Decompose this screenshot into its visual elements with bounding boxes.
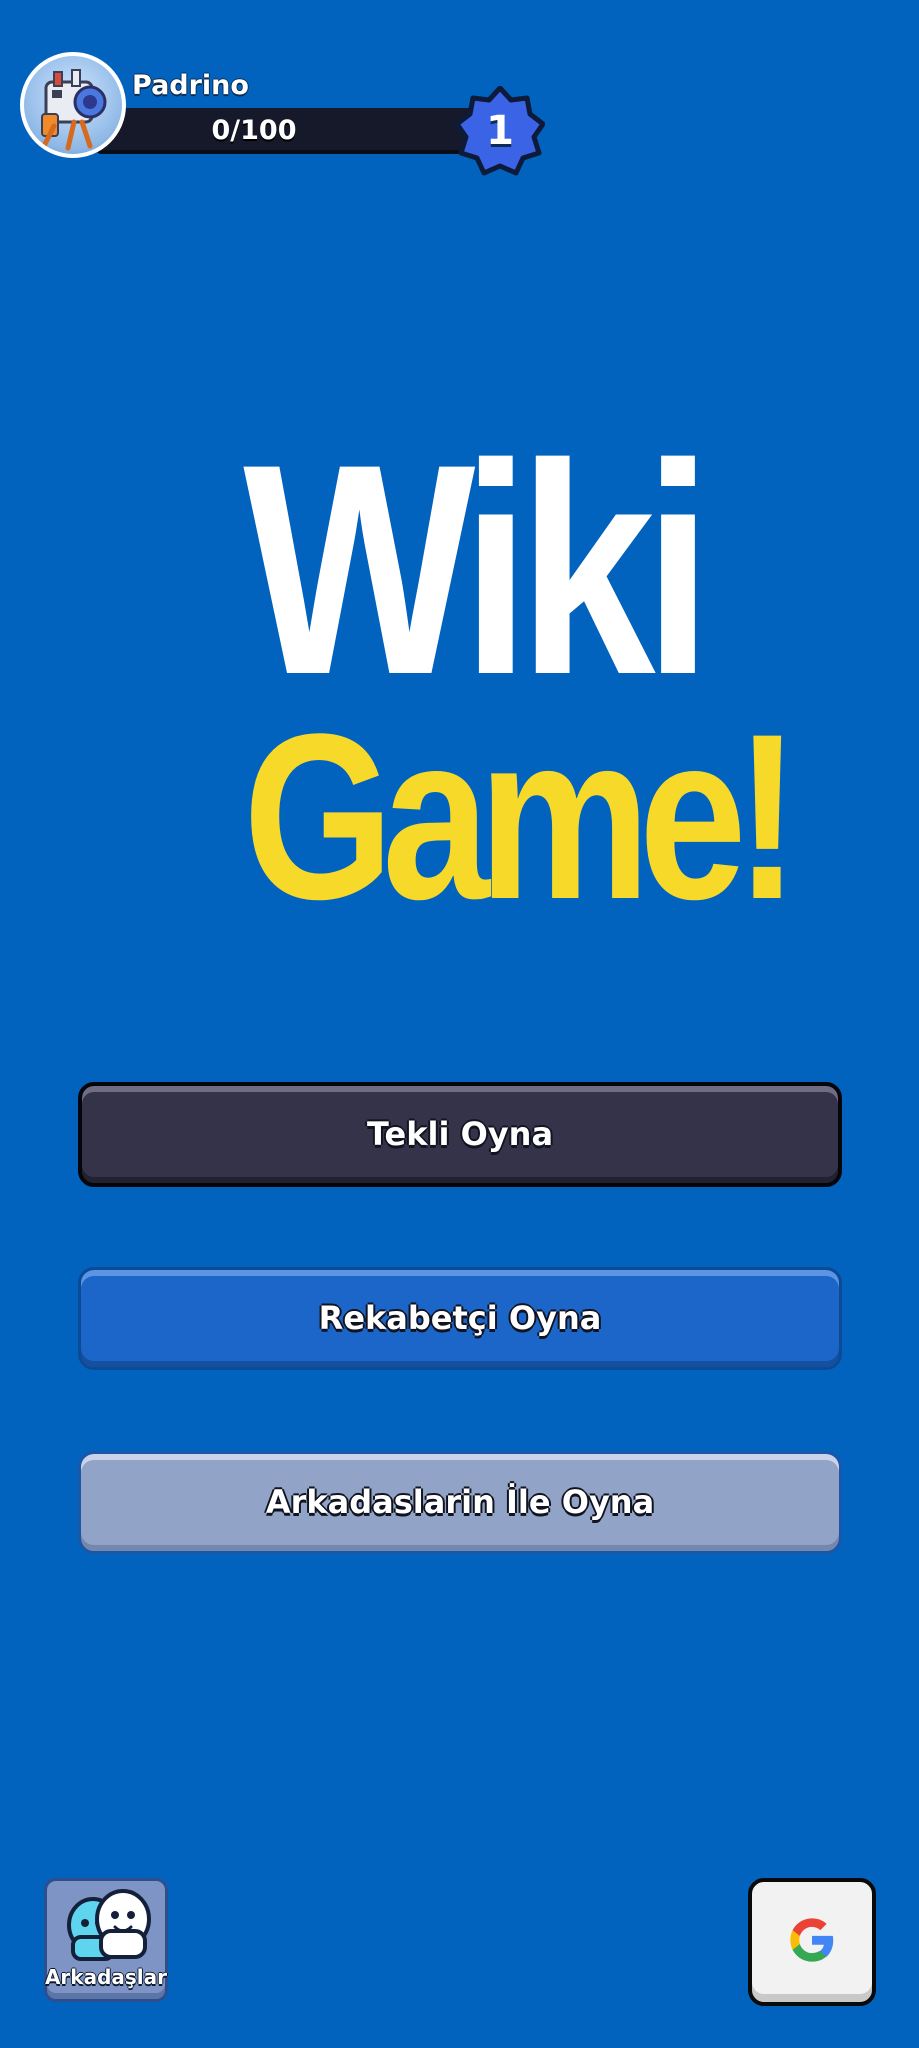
logo-wiki: Wiki bbox=[243, 401, 712, 737]
google-icon bbox=[790, 1918, 834, 1962]
friends-icon bbox=[67, 1889, 151, 1961]
player-name: Padrino bbox=[132, 70, 249, 101]
friends-button[interactable]: Arkadaşlar bbox=[44, 1878, 168, 2002]
play-with-friends-button[interactable]: Arkadaslarin İle Oyna bbox=[78, 1451, 842, 1554]
player-avatar[interactable] bbox=[20, 52, 126, 158]
player-profile[interactable]: Padrino 0/100 1 bbox=[20, 52, 545, 182]
play-ranked-button[interactable]: Rekabetçi Oyna bbox=[78, 1267, 842, 1370]
play-solo-button[interactable]: Tekli Oyna bbox=[78, 1082, 842, 1187]
wiki-game-logo: Wiki Game! bbox=[200, 401, 799, 949]
logo-game: Game! bbox=[243, 685, 799, 949]
player-level: 1 bbox=[486, 108, 514, 154]
friends-button-label: Arkadaşlar bbox=[44, 1965, 168, 1989]
xp-progress-text: 0/100 bbox=[211, 115, 297, 146]
google-sign-in-button[interactable] bbox=[748, 1878, 876, 2006]
